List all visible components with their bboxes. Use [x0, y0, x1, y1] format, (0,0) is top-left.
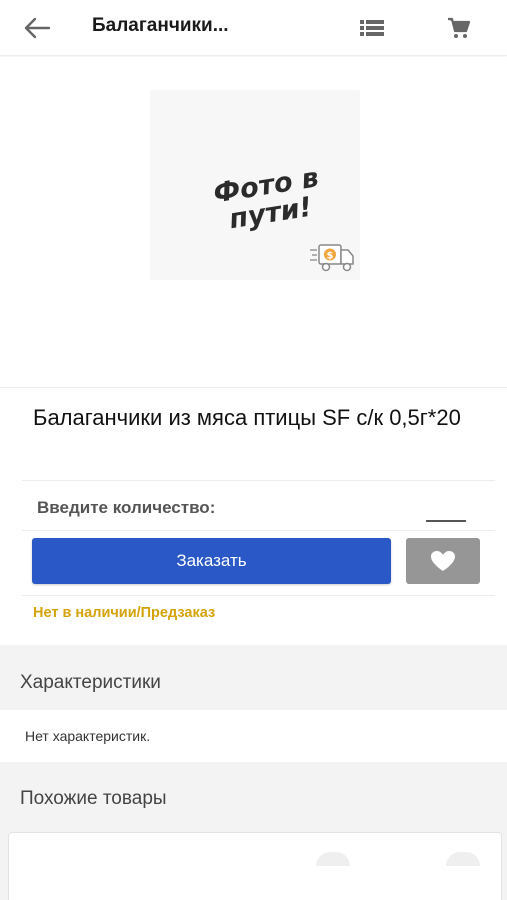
similar-products-heading: Похожие товары	[20, 788, 167, 809]
list-icon	[360, 20, 384, 36]
list-view-button[interactable]	[356, 12, 388, 44]
stock-status: Нет в наличии/Предзаказ	[33, 605, 216, 621]
order-button-label: Заказать	[176, 551, 247, 570]
characteristics-heading: Характеристики	[20, 672, 161, 693]
divider	[22, 595, 495, 596]
cart-icon	[448, 17, 471, 38]
favorite-button[interactable]	[406, 538, 480, 584]
order-button[interactable]: Заказать	[32, 538, 391, 584]
divider	[22, 480, 495, 481]
product-title: Балаганчики из мяса птицы SF с/к 0,5г*20	[33, 405, 461, 430]
quantity-label: Введите количество:	[37, 498, 216, 517]
heart-icon	[431, 551, 455, 571]
cart-button[interactable]	[443, 12, 475, 44]
product-page: Балаганчики... Фото в пути! $ Балаганчик…	[0, 0, 507, 900]
back-button[interactable]	[21, 12, 53, 44]
page-title: Балаганчики...	[92, 15, 229, 36]
arrow-left-icon	[24, 17, 51, 39]
quantity-input[interactable]	[426, 500, 466, 522]
svg-text:$: $	[327, 251, 334, 262]
divider	[22, 530, 495, 531]
app-header: Балаганчики...	[0, 0, 507, 56]
delivery-truck-icon: $	[310, 244, 354, 272]
similar-product-card[interactable]	[8, 832, 502, 900]
characteristics-text: Нет характеристик.	[25, 728, 151, 744]
divider	[0, 387, 507, 388]
